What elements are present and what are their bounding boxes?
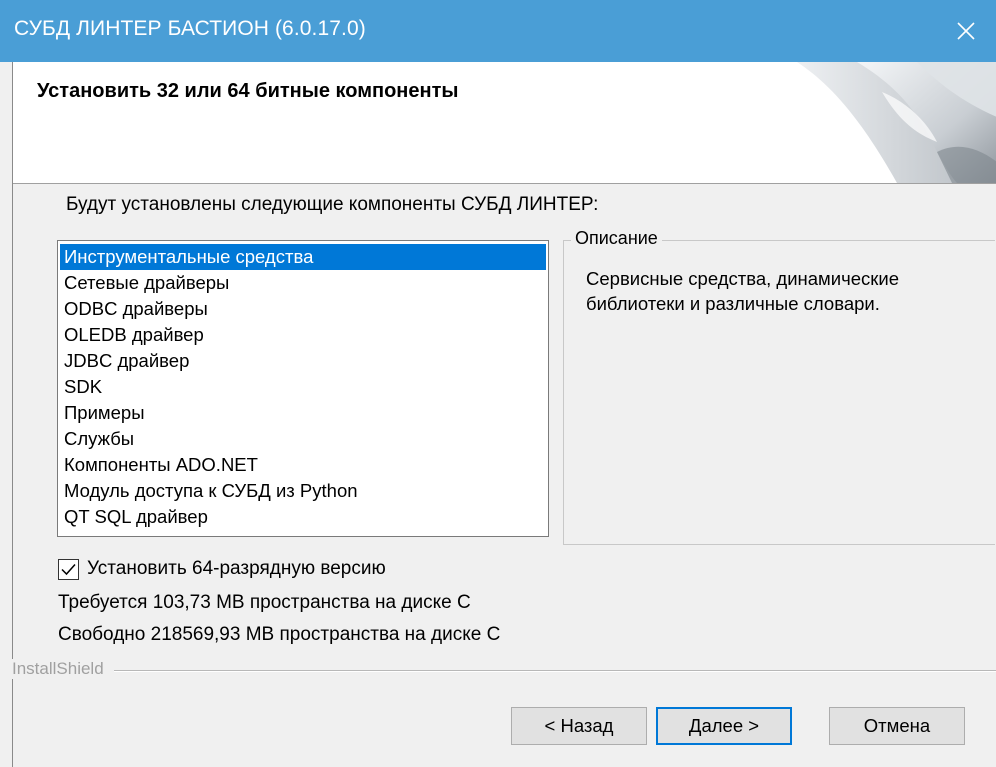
checkmark-icon bbox=[61, 563, 76, 575]
installshield-brand: InstallShield bbox=[12, 659, 114, 679]
list-item[interactable]: Модуль доступа к СУБД из Python bbox=[60, 478, 546, 504]
header-panel: Установить 32 или 64 битные компоненты bbox=[12, 62, 996, 184]
list-item[interactable]: Сетевые драйверы bbox=[60, 270, 546, 296]
installer-window: СУБД ЛИНТЕР БАСТИОН (6.0.17.0) Установит… bbox=[0, 0, 996, 767]
list-item[interactable]: ODBC драйверы bbox=[60, 296, 546, 322]
list-item[interactable]: OLEDB драйвер bbox=[60, 322, 546, 348]
description-text: Сервисные средства, динамические библиот… bbox=[586, 268, 900, 314]
installer-logo-graphic bbox=[797, 62, 996, 183]
list-item[interactable]: Примеры bbox=[60, 400, 546, 426]
list-item[interactable]: Компоненты ADO.NET bbox=[60, 452, 546, 478]
list-item[interactable]: SDK bbox=[60, 374, 546, 400]
disk-space-required: Требуется 103,73 MB пространства на диск… bbox=[58, 592, 471, 613]
install64-label[interactable]: Установить 64-разрядную версию bbox=[87, 558, 386, 580]
components-listbox[interactable]: Инструментальные средства Сетевые драйве… bbox=[57, 240, 549, 537]
list-item[interactable]: QT SQL драйвер bbox=[60, 504, 546, 530]
list-item[interactable]: Инструментальные средства bbox=[60, 244, 546, 270]
window-title: СУБД ЛИНТЕР БАСТИОН (6.0.17.0) bbox=[14, 17, 366, 40]
components-intro-text: Будут установлены следующие компоненты С… bbox=[66, 194, 599, 215]
next-button[interactable]: Далее > bbox=[656, 707, 792, 745]
disk-space-free: Свободно 218569,93 MB пространства на ди… bbox=[58, 624, 501, 645]
list-item[interactable]: Службы bbox=[60, 426, 546, 452]
cancel-button[interactable]: Отмена bbox=[829, 707, 965, 745]
install64-option[interactable]: Установить 64-разрядную версию bbox=[58, 558, 386, 580]
install64-checkbox[interactable] bbox=[58, 558, 79, 580]
footer-divider-highlight bbox=[12, 671, 996, 672]
description-legend: Описание bbox=[571, 228, 662, 249]
title-bar[interactable]: СУБД ЛИНТЕР БАСТИОН (6.0.17.0) bbox=[0, 0, 996, 62]
close-button[interactable] bbox=[936, 0, 996, 62]
close-icon bbox=[957, 22, 975, 40]
back-button[interactable]: < Назад bbox=[511, 707, 647, 745]
list-item[interactable]: JDBC драйвер bbox=[60, 348, 546, 374]
page-heading: Установить 32 или 64 битные компоненты bbox=[37, 80, 459, 102]
left-frame-border bbox=[12, 183, 13, 767]
